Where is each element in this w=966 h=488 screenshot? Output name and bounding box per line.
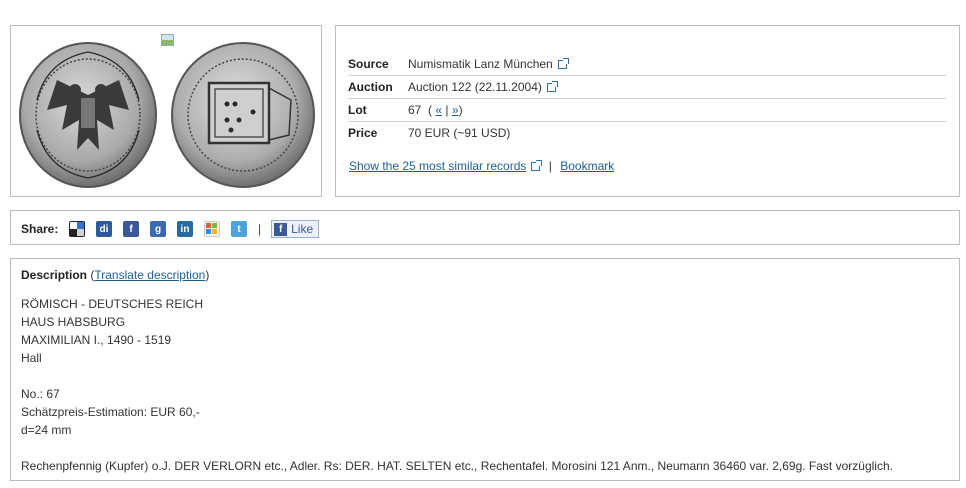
digg-icon[interactable]: di	[96, 221, 112, 237]
lot-value: 67	[408, 103, 422, 117]
link-divider: |	[548, 159, 552, 173]
windows-live-icon[interactable]	[204, 221, 220, 237]
price-label: Price	[348, 126, 378, 140]
share-panel: Share: di f g in t | f Like	[10, 210, 960, 245]
lot-details-table: Source Numismatik Lanz München Auction A…	[348, 53, 946, 144]
lot-label: Lot	[348, 98, 408, 122]
price-value: 70 EUR (~91 USD)	[408, 126, 511, 140]
similar-records-line: Show the 25 most similar records | Bookm…	[349, 159, 614, 173]
description-line: d=24 mm	[21, 423, 72, 437]
delicious-icon[interactable]	[69, 221, 85, 237]
coin-image-panel	[10, 25, 322, 197]
like-label: Like	[291, 222, 314, 236]
external-link-icon[interactable]	[531, 160, 543, 171]
next-lot-link[interactable]: »	[452, 103, 459, 117]
description-line	[21, 439, 941, 457]
external-link-icon[interactable]	[546, 81, 558, 92]
auction-value: Auction 122 (22.11.2004)	[408, 80, 542, 94]
description-line: Schätzpreis-Estimation: EUR 60,-	[21, 405, 200, 419]
description-line: HAUS HABSBURG	[21, 315, 126, 329]
source-label: Source	[348, 53, 408, 76]
auction-label: Auction	[348, 75, 408, 99]
description-line: No.: 67	[21, 387, 60, 401]
description-line: MAXIMILIAN I., 1490 - 1519	[21, 333, 172, 347]
description-body: RÖMISCH - DEUTSCHES REICH HAUS HABSBURG …	[21, 295, 941, 475]
facebook-like-button[interactable]: f Like	[271, 220, 320, 238]
share-icon-bar: di f g in t | f Like	[69, 220, 320, 238]
google-icon[interactable]: g	[150, 221, 166, 237]
share-label: Share:	[21, 222, 59, 236]
description-line: Rechenpfennig (Kupfer) o.J. DER VERLORN …	[21, 459, 893, 473]
price-row: Price 70 EUR (~91 USD)	[348, 122, 946, 145]
description-heading: Description	[21, 268, 88, 282]
bookmark-link[interactable]: Bookmark	[560, 159, 614, 173]
twitter-icon[interactable]: t	[231, 221, 247, 237]
coin-obverse-image[interactable]	[17, 40, 159, 190]
linkedin-icon[interactable]: in	[177, 221, 193, 237]
coin-reverse-image[interactable]	[169, 40, 317, 190]
source-value: Numismatik Lanz München	[408, 57, 553, 71]
lot-info-panel: Source Numismatik Lanz München Auction A…	[335, 25, 960, 197]
description-line: RÖMISCH - DEUTSCHES REICH	[21, 297, 204, 311]
description-line	[21, 367, 941, 385]
translate-description-link[interactable]: Translate description	[94, 268, 205, 282]
source-row: Source Numismatik Lanz München	[348, 53, 946, 76]
lot-row: Lot 67 ( « | »)	[348, 98, 946, 122]
description-panel: Description (Translate description) RÖMI…	[10, 258, 960, 481]
facebook-like-icon: f	[274, 222, 288, 236]
similar-records-link[interactable]: Show the 25 most similar records	[349, 159, 526, 173]
external-link-icon[interactable]	[557, 58, 569, 69]
facebook-icon[interactable]: f	[123, 221, 139, 237]
auction-row: Auction Auction 122 (22.11.2004)	[348, 75, 946, 99]
description-header: Description (Translate description)	[21, 268, 210, 282]
description-line: Hall	[21, 351, 42, 365]
share-divider: |	[258, 222, 262, 236]
